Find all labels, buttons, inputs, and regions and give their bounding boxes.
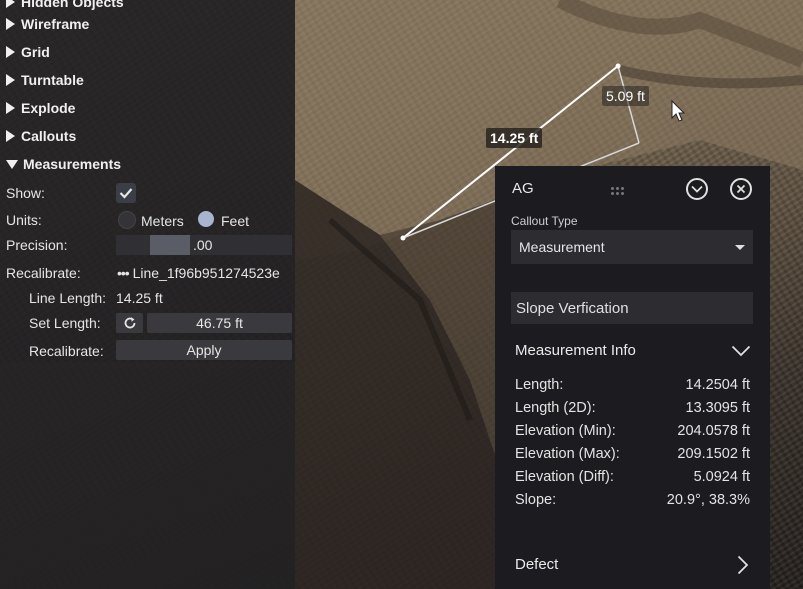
precision-slider-handle[interactable] [150,235,190,255]
info-key: Elevation (Min): [515,423,616,439]
callout-panel: AG Callout Type Measurement Slope Verfic… [495,166,770,589]
chevron-down-icon[interactable] [731,345,751,357]
info-row-elevation-min: Elevation (Min): 204.0578 ft [515,423,750,443]
section-grid[interactable]: Grid [6,42,50,62]
info-key: Slope: [515,492,557,508]
info-row-elevation-max: Elevation (Max): 209.1502 ft [515,446,750,466]
section-wireframe[interactable]: Wireframe [6,14,89,34]
set-length-label: Set Length: [29,315,101,331]
close-icon [736,184,746,194]
close-callout-button[interactable] [730,178,752,200]
info-value: 204.0578 ft [677,423,750,439]
show-checkbox[interactable] [116,183,136,203]
info-row-slope: Slope: 20.9°, 38.3% [515,492,750,512]
ellipsis-icon: ••• [117,265,130,281]
info-value: 14.2504 ft [685,377,751,393]
section-turntable[interactable]: Turntable [6,70,84,90]
line-length-label: Line Length: [29,290,107,306]
callout-type-value: Measurement [519,239,605,255]
grip-icon[interactable] [611,186,627,198]
expand-triangle-icon [6,130,15,142]
section-hidden-objects[interactable]: Hidden Objects [6,0,124,12]
section-callouts[interactable]: Callouts [6,126,76,146]
expand-triangle-icon [6,0,15,8]
chevron-right-icon[interactable] [737,555,749,575]
info-key: Elevation (Diff): [515,469,614,485]
defect-header[interactable]: Defect [515,556,558,573]
expand-triangle-icon [6,46,15,58]
section-measurements[interactable]: Measurements [6,154,121,174]
refresh-icon [124,317,135,329]
info-key: Elevation (Max): [515,446,620,462]
info-row-length: Length: 14.2504 ft [515,377,750,397]
callout-name-value: Slope Verfication [516,299,629,317]
precision-label: Precision: [6,237,68,253]
chevron-down-icon [691,185,703,193]
set-length-value: 46.75 ft [196,315,243,331]
section-label: Explode [21,100,76,116]
info-key: Length (2D): [515,400,596,416]
info-value: 20.9°, 38.3% [666,492,750,508]
line-length-value: 14.25 ft [116,290,163,306]
expand-triangle-icon [6,102,15,114]
collapse-callout-button[interactable] [686,178,708,200]
callout-type-select[interactable]: Measurement [511,230,753,264]
units-meters-radio[interactable] [118,211,136,229]
info-value: 13.3095 ft [685,400,751,416]
recalibrate-line-name: Line_1f96b951274523e [132,265,280,281]
expand-triangle-icon [6,18,15,30]
callout-type-label: Callout Type [511,214,578,228]
apply-button-label: Apply [186,342,222,358]
section-label: Hidden Objects [21,0,124,10]
section-label: Turntable [21,72,84,88]
dropdown-caret-icon [735,245,745,250]
recalibrate-line-select[interactable]: ••• Line_1f96b951274523e [117,265,295,281]
checkmark-icon [119,188,133,199]
measurement-length-label: 14.25 ft [486,128,543,148]
info-value: 209.1502 ft [677,446,750,462]
units-feet-radio[interactable] [198,211,214,227]
expand-triangle-icon [6,74,15,86]
settings-panel: Hidden Objects Wireframe Grid Turntable … [0,0,295,589]
units-meters-label: Meters [141,213,184,229]
info-row-length-2d: Length (2D): 13.3095 ft [515,400,750,420]
section-label: Grid [21,44,50,60]
measurement-info-header[interactable]: Measurement Info [515,342,636,359]
recalibrate-label: Recalibrate: [6,265,81,281]
info-value: 5.0924 ft [693,469,750,485]
apply-button[interactable]: Apply [116,340,292,360]
callout-name-input[interactable]: Slope Verfication [511,292,753,324]
reset-length-button[interactable] [116,313,143,333]
section-label: Callouts [21,128,77,144]
info-row-elevation-diff: Elevation (Diff): 5.0924 ft [515,469,750,489]
section-label: Measurements [23,156,122,172]
section-label: Wireframe [21,16,90,32]
units-feet-label: Feet [221,213,250,229]
info-key: Length: [515,377,564,393]
show-label: Show: [6,185,45,201]
set-length-input[interactable]: 46.75 ft [147,313,292,333]
units-label: Units: [6,212,42,228]
recalibrate-apply-label: Recalibrate: [29,343,104,359]
settings-panel-lower [0,362,295,589]
measurement-rise-label: 5.09 ft [602,86,649,106]
precision-value: .00 [193,237,213,253]
callout-title: AG [512,180,534,197]
collapse-triangle-icon [6,159,18,169]
section-explode[interactable]: Explode [6,98,75,118]
